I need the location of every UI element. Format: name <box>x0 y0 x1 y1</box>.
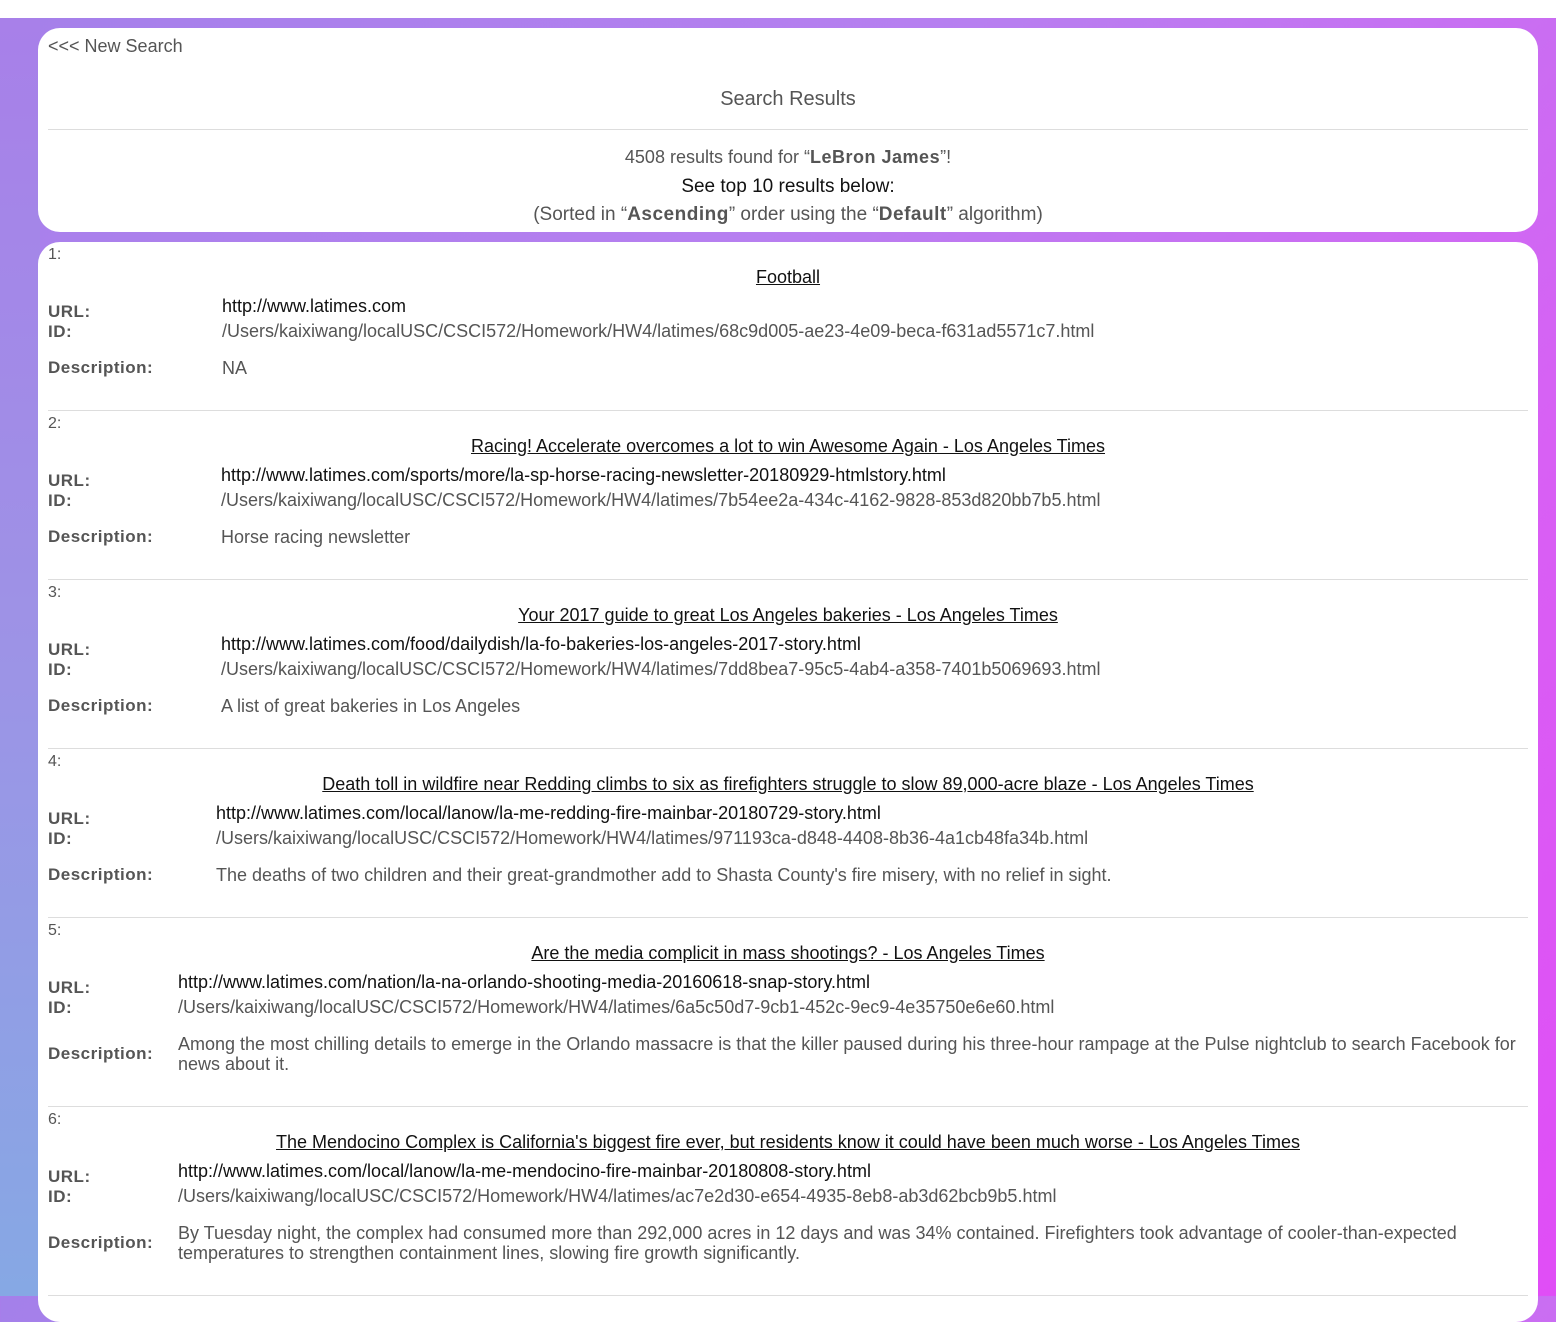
sort-info: (Sorted in “Ascending” order using the “… <box>38 204 1538 226</box>
result-description: Horse racing newsletter <box>221 527 411 547</box>
results-summary: 4508 results found for “LeBron James”! <box>38 147 1538 168</box>
header-divider <box>48 129 1528 130</box>
query-suffix: ”! <box>940 147 952 167</box>
result-number: 2: <box>48 415 62 432</box>
result-url: http://www.latimes.com/nation/la-na-orla… <box>178 972 871 992</box>
url-label: URL: <box>48 809 91 828</box>
results-panel: 1: Football URL: ID: http://www.latimes.… <box>38 242 1538 1322</box>
results-count-suffix: results found for “ <box>664 147 811 167</box>
sort-order: Ascending <box>627 204 729 225</box>
result-item: 1: Football URL: ID: http://www.latimes.… <box>48 242 1528 411</box>
results-count: 4508 <box>624 147 665 167</box>
sort-mid: ” order using the “ <box>728 204 879 225</box>
id-label: ID: <box>48 660 73 679</box>
search-query: LeBron James <box>810 147 941 167</box>
result-description: NA <box>222 358 248 378</box>
id-label: ID: <box>48 1187 73 1206</box>
description-label: Description: <box>48 527 154 546</box>
result-number: 5: <box>48 922 62 939</box>
id-label: ID: <box>48 998 73 1017</box>
result-title-link[interactable]: Are the media complicit in mass shooting… <box>48 943 1528 964</box>
description-label: Description: <box>48 1233 154 1252</box>
description-label: Description: <box>48 865 154 884</box>
result-title-link[interactable]: Football <box>48 267 1528 288</box>
result-item: 2: Racing! Accelerate overcomes a lot to… <box>48 411 1528 580</box>
id-label: ID: <box>48 491 73 510</box>
see-top-text: See top 10 results below: <box>681 176 895 197</box>
sort-suffix: ” algorithm) <box>946 204 1043 225</box>
id-label: ID: <box>48 322 73 341</box>
result-url: http://www.latimes.com/local/lanow/la-me… <box>178 1161 871 1181</box>
result-number: 3: <box>48 584 62 601</box>
result-title-link[interactable]: Your 2017 guide to great Los Angeles bak… <box>48 605 1528 626</box>
result-description: Among the most chilling details to emerg… <box>178 1034 1516 1074</box>
result-number: 4: <box>48 753 62 770</box>
result-url: http://www.latimes.com <box>222 296 407 316</box>
result-id: /Users/kaixiwang/localUSC/CSCI572/Homewo… <box>178 1186 1057 1206</box>
result-description: By Tuesday night, the complex had consum… <box>178 1223 1457 1263</box>
url-label: URL: <box>48 640 91 659</box>
sort-prefix: (Sorted in “ <box>533 204 628 225</box>
result-title-link[interactable]: Death toll in wildfire near Redding clim… <box>48 774 1528 795</box>
result-item: 5: Are the media complicit in mass shoot… <box>48 918 1528 1107</box>
sort-algorithm: Default <box>878 204 947 225</box>
result-url: http://www.latimes.com/sports/more/la-sp… <box>221 465 946 485</box>
result-item: 4: Death toll in wildfire near Redding c… <box>48 749 1528 918</box>
top-strip <box>0 0 1556 18</box>
url-label: URL: <box>48 1167 91 1186</box>
id-label: ID: <box>48 829 73 848</box>
url-label: URL: <box>48 471 91 490</box>
description-label: Description: <box>48 1044 154 1063</box>
header-panel: <<< New Search Search Results 4508 resul… <box>38 28 1538 232</box>
result-item: 6: The Mendocino Complex is California's… <box>48 1107 1528 1296</box>
url-label: URL: <box>48 978 91 997</box>
result-item: 3: Your 2017 guide to great Los Angeles … <box>48 580 1528 749</box>
result-number: 1: <box>48 246 62 263</box>
new-search-link[interactable]: <<< New Search <box>48 36 183 57</box>
result-number: 6: <box>48 1111 62 1128</box>
page-title: Search Results <box>720 88 856 110</box>
result-description: The deaths of two children and their gre… <box>216 865 1112 885</box>
result-id: /Users/kaixiwang/localUSC/CSCI572/Homewo… <box>221 659 1101 679</box>
result-id: /Users/kaixiwang/localUSC/CSCI572/Homewo… <box>216 828 1089 848</box>
url-label: URL: <box>48 302 91 321</box>
result-id: /Users/kaixiwang/localUSC/CSCI572/Homewo… <box>221 490 1101 510</box>
description-label: Description: <box>48 696 154 715</box>
result-description: A list of great bakeries in Los Angeles <box>221 696 521 716</box>
background-left <box>0 0 40 1296</box>
result-id: /Users/kaixiwang/localUSC/CSCI572/Homewo… <box>178 997 1055 1017</box>
result-id: /Users/kaixiwang/localUSC/CSCI572/Homewo… <box>222 321 1095 341</box>
result-url: http://www.latimes.com/food/dailydish/la… <box>221 634 861 654</box>
result-title-link[interactable]: Racing! Accelerate overcomes a lot to wi… <box>48 436 1528 457</box>
result-title-link[interactable]: The Mendocino Complex is California's bi… <box>48 1132 1528 1153</box>
result-url: http://www.latimes.com/local/lanow/la-me… <box>216 803 881 823</box>
description-label: Description: <box>48 358 154 377</box>
